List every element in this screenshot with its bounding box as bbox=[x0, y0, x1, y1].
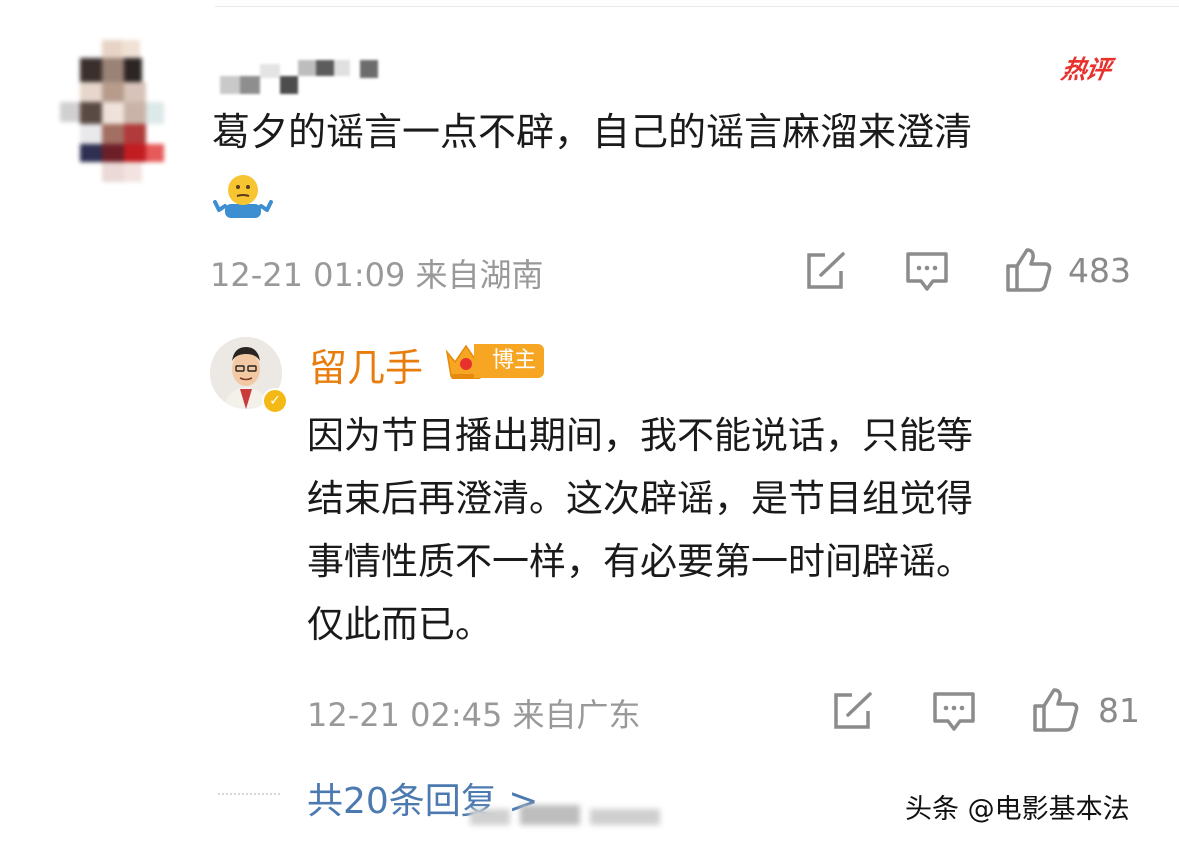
comment-icon[interactable] bbox=[932, 691, 976, 733]
reply-text-line: 结束后再澄清。这次辟谣，是节目组觉得 bbox=[307, 477, 973, 520]
repost-icon[interactable] bbox=[832, 691, 874, 731]
reply-meta: 12-21 02:45 来自广东 bbox=[307, 690, 641, 736]
like-icon[interactable] bbox=[1032, 687, 1080, 733]
commenter-name[interactable] bbox=[220, 56, 390, 96]
comment-time: 12-21 01:09 bbox=[210, 256, 406, 294]
comment-meta: 12-21 01:09 来自湖南 bbox=[210, 250, 544, 296]
comment-icon[interactable] bbox=[905, 251, 949, 293]
reply-like-count: 81 bbox=[1098, 691, 1140, 730]
reply-text-line: 仅此而已。 bbox=[307, 603, 492, 646]
reply-text: 因为节目播出期间，我不能说话，只能等 结束后再澄清。这次辟谣，是节目组觉得 事情… bbox=[307, 404, 1127, 656]
comment-location: 来自湖南 bbox=[415, 256, 544, 294]
source-watermark: 头条 @电影基本法 bbox=[905, 794, 1130, 825]
reply-text-line: 因为节目播出期间，我不能说话，只能等 bbox=[307, 414, 973, 457]
blurred-watermark bbox=[470, 805, 670, 831]
like-icon[interactable] bbox=[1005, 247, 1053, 293]
repost-icon[interactable] bbox=[805, 251, 847, 291]
reply-text-line: 事情性质不一样，有必要第一时间辟谣。 bbox=[307, 540, 973, 583]
divider-dots bbox=[218, 793, 280, 795]
reply-author-name[interactable]: 留几手 bbox=[309, 337, 423, 392]
reply-location: 来自广东 bbox=[512, 696, 641, 734]
verified-icon: ✓ bbox=[262, 388, 288, 414]
blogger-badge: 博主 bbox=[474, 344, 545, 378]
comment-like-count: 483 bbox=[1068, 251, 1131, 290]
hot-comment-badge: 热评 bbox=[1059, 55, 1113, 84]
comment-text: 葛夕的谣言一点不辟，自己的谣言麻溜来澄清 bbox=[212, 110, 973, 154]
top-divider bbox=[215, 6, 1179, 7]
shrug-emoji-icon bbox=[213, 175, 273, 218]
commenter-avatar[interactable] bbox=[58, 40, 170, 185]
reply-time: 12-21 02:45 bbox=[307, 696, 503, 734]
